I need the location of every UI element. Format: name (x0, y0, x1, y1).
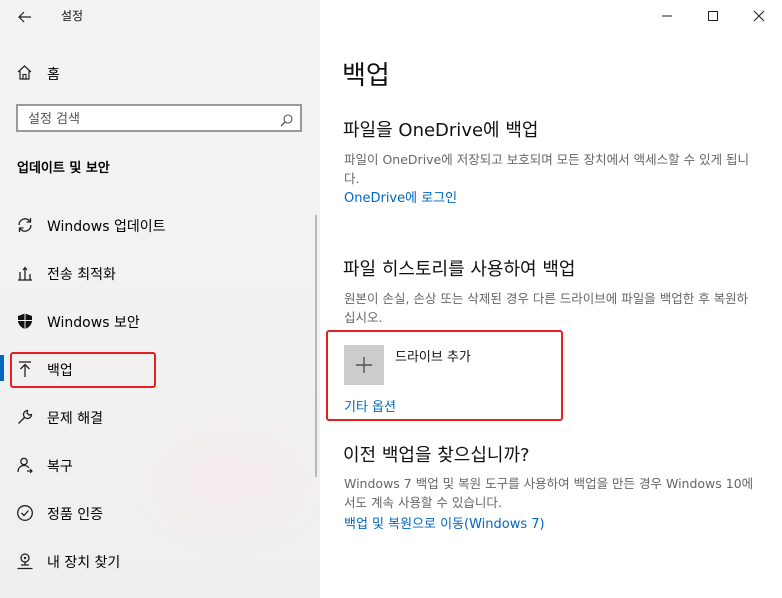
main-content: 백업 파일을 OneDrive에 백업 파일이 OneDrive에 저장되고 보… (320, 0, 782, 598)
highlight-box-add-drive (326, 330, 563, 421)
back-arrow-icon (18, 11, 31, 23)
find-device-icon (16, 552, 34, 570)
older-backup-heading: 이전 백업을 찾으십니까? (343, 445, 530, 466)
home-label: 홈 (47, 67, 60, 83)
backup-restore-link[interactable]: 백업 및 복원으로 이동(Windows 7) (344, 513, 545, 532)
scrollbar[interactable] (315, 215, 317, 477)
sidebar-item-troubleshoot[interactable]: 문제 해결 (0, 397, 320, 437)
sidebar-item-label: Windows 보안 (47, 315, 140, 331)
onedrive-login-link[interactable]: OneDrive에 로그인 (344, 187, 457, 206)
sidebar-item-label: 정품 인증 (47, 507, 103, 523)
search-icon[interactable] (280, 112, 293, 131)
check-circle-icon (16, 504, 34, 522)
sidebar-item-label: 복구 (47, 459, 73, 475)
sidebar-item-activation[interactable]: 정품 인증 (0, 493, 320, 533)
sidebar-item-recovery[interactable]: 복구 (0, 445, 320, 485)
sidebar-item-home[interactable]: 홈 (0, 58, 320, 88)
onedrive-heading: 파일을 OneDrive에 백업 (343, 120, 539, 141)
page-title: 백업 (342, 61, 390, 91)
sidebar-item-windows-security[interactable]: Windows 보안 (0, 301, 320, 341)
sidebar-item-delivery-optimization[interactable]: 전송 최적화 (0, 253, 320, 293)
sidebar-item-find-my-device[interactable]: 내 장치 찾기 (0, 541, 320, 581)
search-box[interactable] (16, 104, 302, 132)
section-title: 업데이트 및 보안 (17, 161, 110, 176)
search-input[interactable] (26, 109, 270, 129)
highlight-box-backup (10, 352, 156, 388)
sidebar-item-label: 내 장치 찾기 (47, 555, 121, 571)
wrench-icon (16, 408, 34, 426)
file-history-description: 원본이 손실, 손상 또는 삭제된 경우 다른 드라이브에 파일을 백업한 후 … (344, 291, 749, 325)
sidebar: 설정 홈 업데이트 및 보안 Windows 업데이트 전송 최적화 Windo… (0, 0, 320, 598)
delivery-optimization-icon (16, 264, 34, 282)
older-backup-description: Windows 7 백업 및 복원 도구를 사용하여 백업을 만든 경우 Win… (344, 476, 754, 510)
sidebar-item-label: 문제 해결 (47, 411, 103, 427)
onedrive-description: 파일이 OneDrive에 저장되고 보호되며 모든 장치에서 액세스할 수 있… (344, 152, 750, 186)
home-icon (16, 64, 33, 85)
recovery-person-icon (16, 456, 34, 474)
app-title: 설정 (61, 9, 84, 23)
sync-icon (16, 216, 34, 234)
sidebar-item-label: 전송 최적화 (47, 267, 116, 283)
sidebar-item-windows-update[interactable]: Windows 업데이트 (0, 205, 320, 245)
back-button[interactable] (12, 5, 38, 29)
file-history-heading: 파일 히스토리를 사용하여 백업 (343, 259, 576, 280)
sidebar-item-label: Windows 업데이트 (47, 219, 166, 235)
shield-icon (16, 312, 34, 330)
